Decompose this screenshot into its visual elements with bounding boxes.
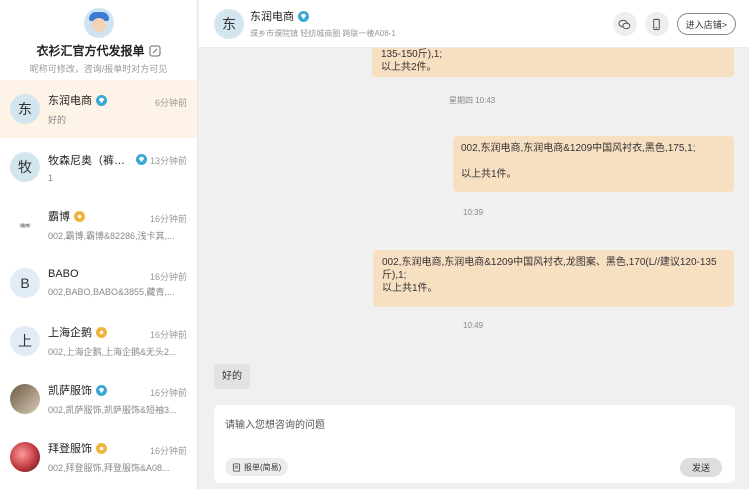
conversation-time: 16分钟前 [149,214,187,224]
brand-logo-avatar: (霸博) [10,210,40,240]
conversation-item-dongrun[interactable]: 东 东润电商 好的 6分钟前 [0,80,197,138]
chat-avatar: 东 [214,8,244,39]
conversation-name: 凯萨服饰 [48,385,92,397]
conversation-name: BABO [48,268,79,280]
conversation-time: 16分钟前 [149,272,187,282]
message-bubble-sent: 002,东润电商,东润电商&1209中国风衬衣,龙图案、黑色,170(L//建议… [373,250,734,307]
order-form-icon [232,462,241,472]
conversation-list: 东 东润电商 好的 6分钟前 牧 牧森尼奥（裤子... 1 13分钟前 (霸博)… [0,80,197,486]
chat-title: 东润电商 [250,11,294,23]
phone-icon [653,18,660,30]
conversation-preview: 002,拜登服饰,拜登服饰&A08... [48,463,170,473]
message-bubble-sent: 135-150斤),1; 以上共2件。 [372,48,734,77]
conversation-item-babo[interactable]: B BABO 002,BABO,BABO&3855,藏青,... 16分钟前 [0,254,197,312]
profile-avatar[interactable] [83,8,114,38]
store-address: 濮乡市濮院镇 轻纺城商圈 跨联一楼A08-1 [250,29,396,38]
conversation-item-kaisa[interactable]: 凯萨服饰 002,凯萨服饰,凯萨服饰&短袖3... 16分钟前 [0,370,197,428]
conversation-time: 16分钟前 [149,330,187,340]
message-bubble-received: 好的 [214,364,250,389]
conversation-sidebar: 衣衫汇官方代发报单 昵称可修改，咨询/报单时对方可见 东 东润电商 好的 6分钟… [0,0,198,489]
gold-badge-icon [96,326,107,338]
gold-badge-icon [74,210,85,222]
conversation-name: 上海企鹅 [48,327,92,339]
svg-text:(霸博): (霸博) [19,222,31,228]
avatar: 上 [10,326,40,356]
conversation-name: 牧森尼奥（裤子... [48,154,132,167]
conversation-preview: 002,BABO,BABO&3855,藏青,... [48,287,175,297]
conversation-preview: 1 [48,172,54,183]
conversation-item-baideng[interactable]: 拜登服饰 002,拜登服饰,拜登服饰&A08... 16分钟前 [0,428,197,486]
message-timestamp: 10:39 [463,208,484,217]
chat-header: 东 东润电商 濮乡市濮院镇 轻纺城商圈 跨联一楼A08-1 进入店铺> [199,0,749,48]
conversation-name: 拜登服饰 [48,443,92,455]
enter-store-button[interactable]: 进入店铺> [676,13,736,35]
profile-section: 衣衫汇官方代发报单 昵称可修改，咨询/报单时对方可见 [0,0,197,80]
send-button[interactable]: 发送 [679,458,722,477]
quick-order-button[interactable]: 报单(简易) [225,458,289,476]
avatar: 东 [10,94,40,124]
photo-avatar [10,384,40,414]
conversation-item-babo-cn[interactable]: (霸博) 霸博 002,霸博,霸博&82286,浅卡其,... 16分钟前 [0,196,197,254]
conversation-item-shanghai-penguin[interactable]: 上 上海企鹅 002,上海企鹅,上海企鹅&无头2... 16分钟前 [0,312,197,370]
conversation-preview: 002,上海企鹅,上海企鹅&无头2... [48,347,177,357]
conversation-time: 16分钟前 [149,446,187,456]
message-list: 135-150斤),1; 以上共2件。 星期四 10:43 002,东润电商,东… [199,48,749,400]
message-timestamp: 星期四 10:43 [449,96,496,105]
photo-avatar [10,442,40,472]
conversation-time: 6分钟前 [154,98,187,108]
message-input[interactable]: 请输入您想咨询的问题 [225,416,325,431]
conversation-preview: 002,凯萨服饰,凯萨服饰&短袖3... [48,405,177,415]
message-bubble-sent: 002,东润电商,东润电商&1209中国风衬衣,黑色,175,1; 以上共1件。 [453,136,734,192]
conversation-time: 13分钟前 [149,156,187,166]
message-timestamp: 10:49 [463,321,484,330]
avatar: B [10,268,40,298]
wechat-button[interactable] [612,12,637,36]
conversation-name: 东润电商 [48,95,92,107]
diamond-badge-icon [96,94,107,106]
gold-badge-icon [96,442,107,454]
diamond-badge-icon [136,154,147,165]
diamond-badge-icon [96,384,107,396]
diamond-badge-icon [298,10,309,22]
avatar: 牧 [10,152,40,182]
conversation-item-musen[interactable]: 牧 牧森尼奥（裤子... 1 13分钟前 [0,138,197,196]
profile-hint: 昵称可修改，咨询/报单时对方可见 [29,64,168,74]
message-composer[interactable]: 请输入您想咨询的问题 报单(简易) 发送 [214,405,735,483]
wechat-icon [618,19,631,29]
edit-icon[interactable] [149,45,161,57]
quick-order-label: 报单(简易) [244,462,282,472]
conversation-preview: 好的 [48,115,67,125]
conversation-name: 霸博 [48,211,70,223]
phone-button[interactable] [644,12,669,36]
conversation-preview: 002,霸博,霸博&82286,浅卡其,... [48,231,175,241]
conversation-time: 16分钟前 [149,388,187,398]
profile-name: 衣衫汇官方代发报单 [36,44,145,58]
